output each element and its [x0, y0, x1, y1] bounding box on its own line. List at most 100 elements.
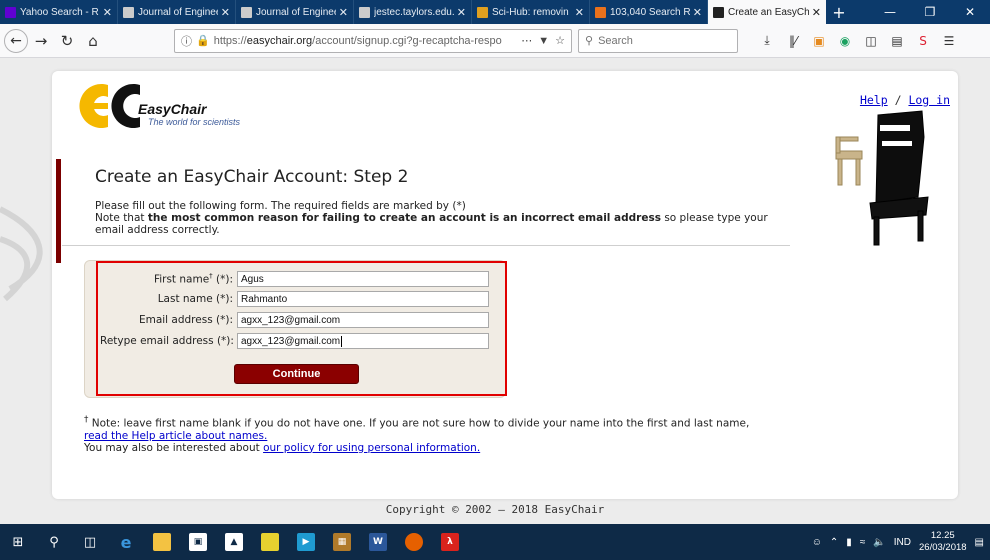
extension-icon[interactable]: ◉	[834, 30, 856, 52]
navigation-toolbar: ← → ↻ ⌂ ⓘ 🔒 https://easychair.org/accoun…	[0, 24, 990, 58]
pocket-icon[interactable]: ▼	[538, 35, 549, 47]
movies-taskbar-button[interactable]: ▶	[288, 524, 324, 560]
clock[interactable]: 12.25 26/03/2018	[919, 530, 967, 554]
help-link[interactable]: Help	[860, 93, 888, 107]
search-input[interactable]: ⚲ Search	[578, 28, 738, 53]
maximize-button[interactable]: ❐	[910, 0, 950, 24]
home-button[interactable]: ⌂	[80, 28, 106, 54]
explorer-taskbar-button[interactable]	[144, 524, 180, 560]
logo-tagline: The world for scientists	[148, 117, 241, 127]
wifi-icon[interactable]: ≈	[860, 537, 866, 548]
first-name-field[interactable]: Agus	[237, 271, 489, 287]
app2-taskbar-button[interactable]: ▦	[324, 524, 360, 560]
email-row: Email address (*): agxx_123@gmail.com	[100, 312, 489, 328]
start-button[interactable]: ⊞	[0, 524, 36, 560]
copyright-footer: Copyright © 2002 – 2018 EasyChair	[385, 503, 605, 516]
window-controls: — ❐ ✕	[870, 0, 990, 24]
reload-icon: ↻	[60, 31, 74, 50]
retype-email-field[interactable]: agxx_123@gmail.com	[237, 333, 489, 349]
notes-taskbar-button[interactable]	[252, 524, 288, 560]
volume-icon[interactable]: 🔈	[873, 537, 885, 548]
download-icon[interactable]: ⤓	[756, 30, 778, 52]
page-actions-icon[interactable]: ⋯	[521, 34, 532, 47]
tab-title: Yahoo Search - R	[20, 6, 99, 18]
close-tab-icon[interactable]: ✕	[575, 6, 584, 19]
url-text[interactable]: https://easychair.org/account/signup.cgi…	[214, 35, 516, 47]
close-tab-icon[interactable]: ✕	[693, 6, 702, 19]
battery-icon[interactable]: ▮	[846, 537, 852, 548]
last-name-field[interactable]: Rahmanto	[237, 291, 489, 307]
browser-tab[interactable]: Sci-Hub: removin ✕	[472, 0, 590, 24]
task-view-button[interactable]: ◫	[72, 524, 108, 560]
word-taskbar-button[interactable]: W	[360, 524, 396, 560]
intro-required-note: Please fill out the following form. The …	[95, 200, 466, 212]
firefox-icon	[405, 533, 423, 551]
email-value: agxx_123@gmail.com	[241, 314, 341, 326]
app-taskbar-button[interactable]: ▲	[216, 524, 252, 560]
folder-icon	[153, 533, 171, 551]
heading-accent-bar	[56, 159, 61, 263]
continue-button[interactable]: Continue	[234, 364, 359, 384]
browser-tab[interactable]: Journal of Engineerin✕	[118, 0, 236, 24]
home-icon: ⌂	[88, 31, 98, 50]
store-taskbar-button[interactable]: ▣	[180, 524, 216, 560]
retype-email-row: Retype email address (*): agxx_123@gmail…	[100, 333, 489, 349]
search-button[interactable]: ⚲	[36, 524, 72, 560]
browser-tab[interactable]: 103,040 Search R ✕	[590, 0, 708, 24]
notification-icon[interactable]: ▤	[975, 537, 984, 548]
firefox-taskbar-button[interactable]	[396, 524, 432, 560]
page-viewport: EasyChair The world for scientists Help …	[0, 59, 990, 524]
task-view-icon: ◫	[83, 534, 97, 550]
help-article-link[interactable]: read the Help article about names.	[84, 430, 267, 442]
people-icon[interactable]: ☺	[812, 537, 822, 548]
policy-prefix: You may also be interested about	[84, 441, 264, 454]
forward-button[interactable]: →	[28, 28, 54, 54]
links-separator: /	[894, 93, 902, 107]
close-tab-icon[interactable]: ✕	[103, 6, 112, 19]
email-field[interactable]: agxx_123@gmail.com	[237, 312, 489, 328]
reload-button[interactable]: ↻	[54, 28, 80, 54]
help-article-row: read the Help article about names.	[84, 430, 804, 442]
sidebar-icon[interactable]: ◫	[860, 30, 882, 52]
minimize-button[interactable]: —	[870, 0, 910, 24]
url-path: /account/signup.cgi?g-recaptcha-respo	[312, 34, 502, 47]
language-indicator[interactable]: IND	[894, 537, 911, 548]
browser-tab[interactable]: Yahoo Search - R ✕	[0, 0, 118, 24]
browser-tab-strip: Yahoo Search - R✕Journal of Engineerin✕J…	[0, 0, 990, 24]
address-bar[interactable]: ⓘ 🔒 https://easychair.org/account/signup…	[174, 28, 572, 53]
acrobat-taskbar-button[interactable]: λ	[432, 524, 468, 560]
reader-icon[interactable]: ▤	[886, 30, 908, 52]
close-tab-icon[interactable]: ✕	[457, 6, 466, 19]
library-icon[interactable]: ‖⁄	[782, 30, 804, 52]
browser-tab[interactable]: jestec.taylors.edu.my/✕	[354, 0, 472, 24]
page-icon	[241, 6, 252, 18]
privacy-policy-link[interactable]: our policy for using personal informatio…	[263, 442, 480, 454]
login-link[interactable]: Log in	[908, 93, 950, 107]
edge-taskbar-button[interactable]: e	[108, 524, 144, 560]
browser-tab[interactable]: Journal of Engineerin✕	[236, 0, 354, 24]
browser-tab[interactable]: Create an EasyCh ✕	[708, 0, 826, 24]
bookmark-star-icon[interactable]: ☆	[555, 34, 565, 47]
tab-title: Journal of Engineerin	[138, 6, 218, 18]
url-scheme: https://	[213, 34, 247, 47]
show-hidden-icons[interactable]: ⌃	[830, 537, 838, 548]
new-tab-button[interactable]: +	[826, 0, 852, 24]
back-button[interactable]: ←	[4, 28, 28, 53]
scihub-icon	[477, 6, 488, 18]
menu-icon[interactable]: ☰	[938, 30, 960, 52]
chairs-illustration	[835, 110, 929, 246]
page-icon	[123, 6, 134, 18]
info-icon[interactable]: ⓘ	[181, 33, 192, 49]
extension-icon[interactable]: ▣	[808, 30, 830, 52]
top-links: Help / Log in	[860, 93, 950, 107]
close-tab-icon[interactable]: ✕	[812, 6, 821, 19]
extension-icon[interactable]: S	[912, 30, 934, 52]
store-icon: ▣	[189, 533, 207, 551]
retype-email-value: agxx_123@gmail.com	[241, 335, 341, 347]
clock-time: 12.25	[930, 530, 955, 541]
close-window-button[interactable]: ✕	[950, 0, 990, 24]
video-icon: ▶	[297, 533, 315, 551]
close-tab-icon[interactable]: ✕	[221, 6, 230, 19]
close-tab-icon[interactable]: ✕	[339, 6, 348, 19]
arrow-right-icon: →	[34, 31, 48, 50]
